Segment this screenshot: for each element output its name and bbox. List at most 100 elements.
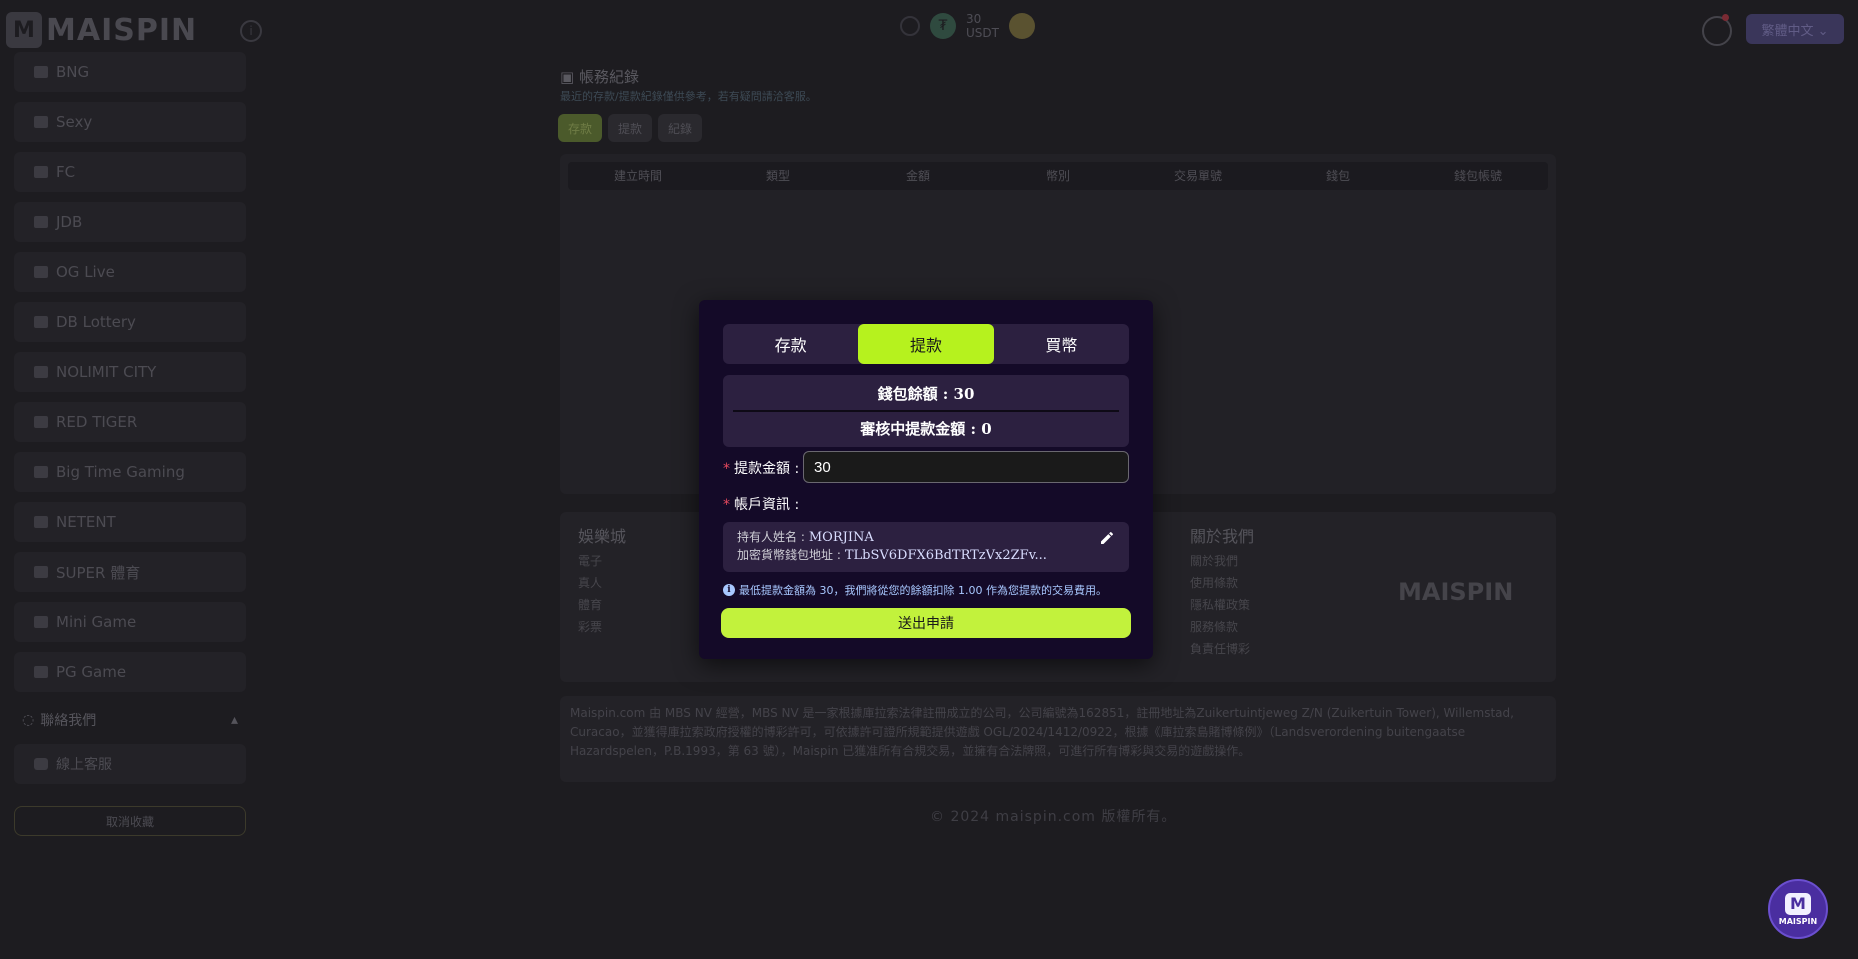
sidebar-item-live-support[interactable]: 線上客服 <box>14 744 246 784</box>
game-icon <box>34 466 48 478</box>
game-icon <box>34 516 48 528</box>
sidebar-item-fc[interactable]: FC <box>14 152 246 192</box>
info-icon[interactable]: i <box>240 20 262 42</box>
sidebar-item-label: JDB <box>56 213 83 231</box>
sidebar-item-bng[interactable]: BNG <box>14 52 246 92</box>
footer-link[interactable]: 電子 <box>578 550 626 572</box>
holder-name-label: 持有人姓名 : <box>737 530 805 544</box>
footer-link[interactable]: 關於我們 <box>1190 550 1254 572</box>
sidebar-item-label: SUPER 體育 <box>56 563 141 582</box>
column-header: 錢包帳號 <box>1453 169 1502 183</box>
footer-heading: 娛樂城 <box>578 527 627 546</box>
footer-column-casino: 娛樂城 電子 真人 體育 彩票 <box>578 526 626 638</box>
records-tab-deposit[interactable]: 存款 <box>558 114 603 142</box>
footer-logo: MAISPIN <box>1398 578 1514 606</box>
wallet-coin-icon[interactable] <box>1008 13 1035 39</box>
sidebar-contact-section[interactable]: ◌ 聯絡我們 ▴ <box>14 702 246 738</box>
withdraw-amount-label-text: 提款金額 : <box>734 461 800 477</box>
withdraw-notice: i 最低提款金額為 30，我們將從您的餘額扣除 1.00 作為您提款的交易費用。 <box>723 582 1129 598</box>
withdraw-notice-text: 最低提款金額為 30，我們將從您的餘額扣除 1.00 作為您提款的交易費用。 <box>739 584 1107 597</box>
records-title-text: 帳務紀錄 <box>578 68 639 86</box>
sidebar-item-label: Big Time Gaming <box>56 463 185 481</box>
footer-link[interactable]: 體育 <box>578 594 626 616</box>
refresh-icon[interactable] <box>900 16 920 36</box>
brand-m-icon: M <box>1785 892 1811 915</box>
sidebar-item-label: DB Lottery <box>56 313 136 331</box>
header-balance[interactable]: ₮ 30 USDT <box>900 12 1035 40</box>
account-info-card: 持有人姓名 : MORJINA 加密貨幣錢包地址 : TLbSV6DFX6BdTRT… <box>723 522 1129 572</box>
records-tabs: 存款 提款 紀錄 <box>558 114 703 142</box>
site-logo[interactable]: M MAISPIN <box>6 10 197 50</box>
copyright: © 2024 maispin.com 版權所有。 <box>930 809 1177 825</box>
sidebar-item-netent[interactable]: NETENT <box>14 502 246 542</box>
withdraw-amount-input[interactable] <box>803 451 1129 483</box>
top-bar: M MAISPIN i ₮ 30 USDT 繁體中文 ⌄ <box>0 0 1858 60</box>
floating-support-button[interactable]: M MAISPIN <box>1768 879 1828 939</box>
records-tab-history[interactable]: 紀錄 <box>658 114 703 142</box>
edit-pencil-icon[interactable] <box>1099 530 1115 546</box>
sidebar-item-db-lottery[interactable]: DB Lottery <box>14 302 246 342</box>
sidebar-item-label: NOLIMIT CITY <box>56 363 157 381</box>
sidebar-item-og-live[interactable]: OG Live <box>14 252 246 292</box>
column-header: 類型 <box>765 169 790 183</box>
footer-link[interactable]: 彩票 <box>578 616 626 638</box>
usdt-coin-icon: ₮ <box>930 13 956 39</box>
records-table-header: 建立時間 類型 金額 幣別 交易單號 錢包 錢包帳號 <box>568 162 1548 190</box>
records-subtitle: 最近的存款/提款紀錄僅供參考，若有疑問請洽客服。 <box>560 90 817 103</box>
game-icon <box>34 616 48 628</box>
sidebar-item-label: Sexy <box>56 113 93 131</box>
sidebar-item-mini-game[interactable]: Mini Game <box>14 602 246 642</box>
withdraw-amount-label: * 提款金額 : <box>723 458 799 478</box>
user-avatar-icon[interactable] <box>1702 16 1732 46</box>
footer-link[interactable]: 隱私權政策 <box>1190 594 1254 616</box>
sidebar-item-label: NETENT <box>56 513 116 531</box>
records-tab-withdraw[interactable]: 提款 <box>608 114 653 142</box>
sidebar-item-sexy[interactable]: Sexy <box>14 102 246 142</box>
sidebar-item-pg-game[interactable]: PG Game <box>14 652 246 692</box>
notification-dot <box>1722 14 1729 21</box>
sidebar-item-nolimit-city[interactable]: NOLIMIT CITY <box>14 352 246 392</box>
wallet-address-label: 加密貨幣錢包地址 : <box>737 548 841 562</box>
sidebar-item-label: Mini Game <box>56 613 137 631</box>
sidebar-item-label: 線上客服 <box>56 757 112 773</box>
sidebar-item-label: RED TIGER <box>56 413 138 431</box>
submit-request-button[interactable]: 送出申請 <box>721 608 1131 638</box>
game-icon <box>34 666 48 678</box>
tab-withdraw[interactable]: 提款 <box>858 324 994 364</box>
game-icon <box>34 366 48 378</box>
game-icon <box>34 66 48 78</box>
footer-link[interactable]: 服務條款 <box>1190 616 1254 638</box>
lottery-icon <box>34 316 48 328</box>
sidebar-item-big-time-gaming[interactable]: Big Time Gaming <box>14 452 246 492</box>
pending-withdrawal-amount: 審核中提款金額 : 0 <box>860 420 992 438</box>
holder-name-value: MORJINA <box>808 530 874 545</box>
sidebar-item-label: FC <box>56 163 76 181</box>
headset-icon: ◌ <box>22 712 35 728</box>
logo-badge: M <box>6 12 42 48</box>
footer-heading: 關於我們 <box>1190 527 1255 546</box>
footer-link[interactable]: 使用條款 <box>1190 572 1254 594</box>
game-icon <box>34 416 48 428</box>
wallet-address-value: TLbSV6DFX6BdTRTzVx2ZFv... <box>844 548 1047 563</box>
footer-link[interactable]: 真人 <box>578 572 626 594</box>
tab-buy-coin[interactable]: 買幣 <box>994 324 1129 364</box>
sidebar-item-super-sports[interactable]: SUPER 體育 <box>14 552 246 592</box>
cancel-favorite-button[interactable]: 取消收藏 <box>14 806 246 836</box>
floating-button-label: MAISPIN <box>1778 916 1818 926</box>
column-header: 幣別 <box>1045 169 1070 183</box>
balance-amount: 30 <box>966 12 982 26</box>
sidebar-item-red-tiger[interactable]: RED TIGER <box>14 402 246 442</box>
language-select[interactable]: 繁體中文 ⌄ <box>1746 14 1844 44</box>
column-header: 交易單號 <box>1173 169 1222 183</box>
tab-deposit[interactable]: 存款 <box>723 324 858 364</box>
footer-column-about: 關於我們 關於我們 使用條款 隱私權政策 服務條款 負責任博彩 <box>1190 526 1254 660</box>
sidebar-item-jdb[interactable]: JDB <box>14 202 246 242</box>
wallet-address-row: 加密貨幣錢包地址 : TLbSV6DFX6BdTRTzVx2ZFv... <box>737 546 1047 563</box>
contact-section-label: 聯絡我們 <box>40 713 97 729</box>
footer-link[interactable]: 負責任博彩 <box>1190 638 1254 660</box>
withdraw-modal: 存款 提款 買幣 錢包餘額 : 30 審核中提款金額 : 0 *提款金額 : *… <box>699 300 1153 659</box>
records-title: ▣ 帳務紀錄 <box>560 68 639 86</box>
balance-readout: 30 USDT <box>966 12 999 40</box>
sports-icon <box>34 566 48 578</box>
sidebar-item-label: PG Game <box>56 663 127 681</box>
